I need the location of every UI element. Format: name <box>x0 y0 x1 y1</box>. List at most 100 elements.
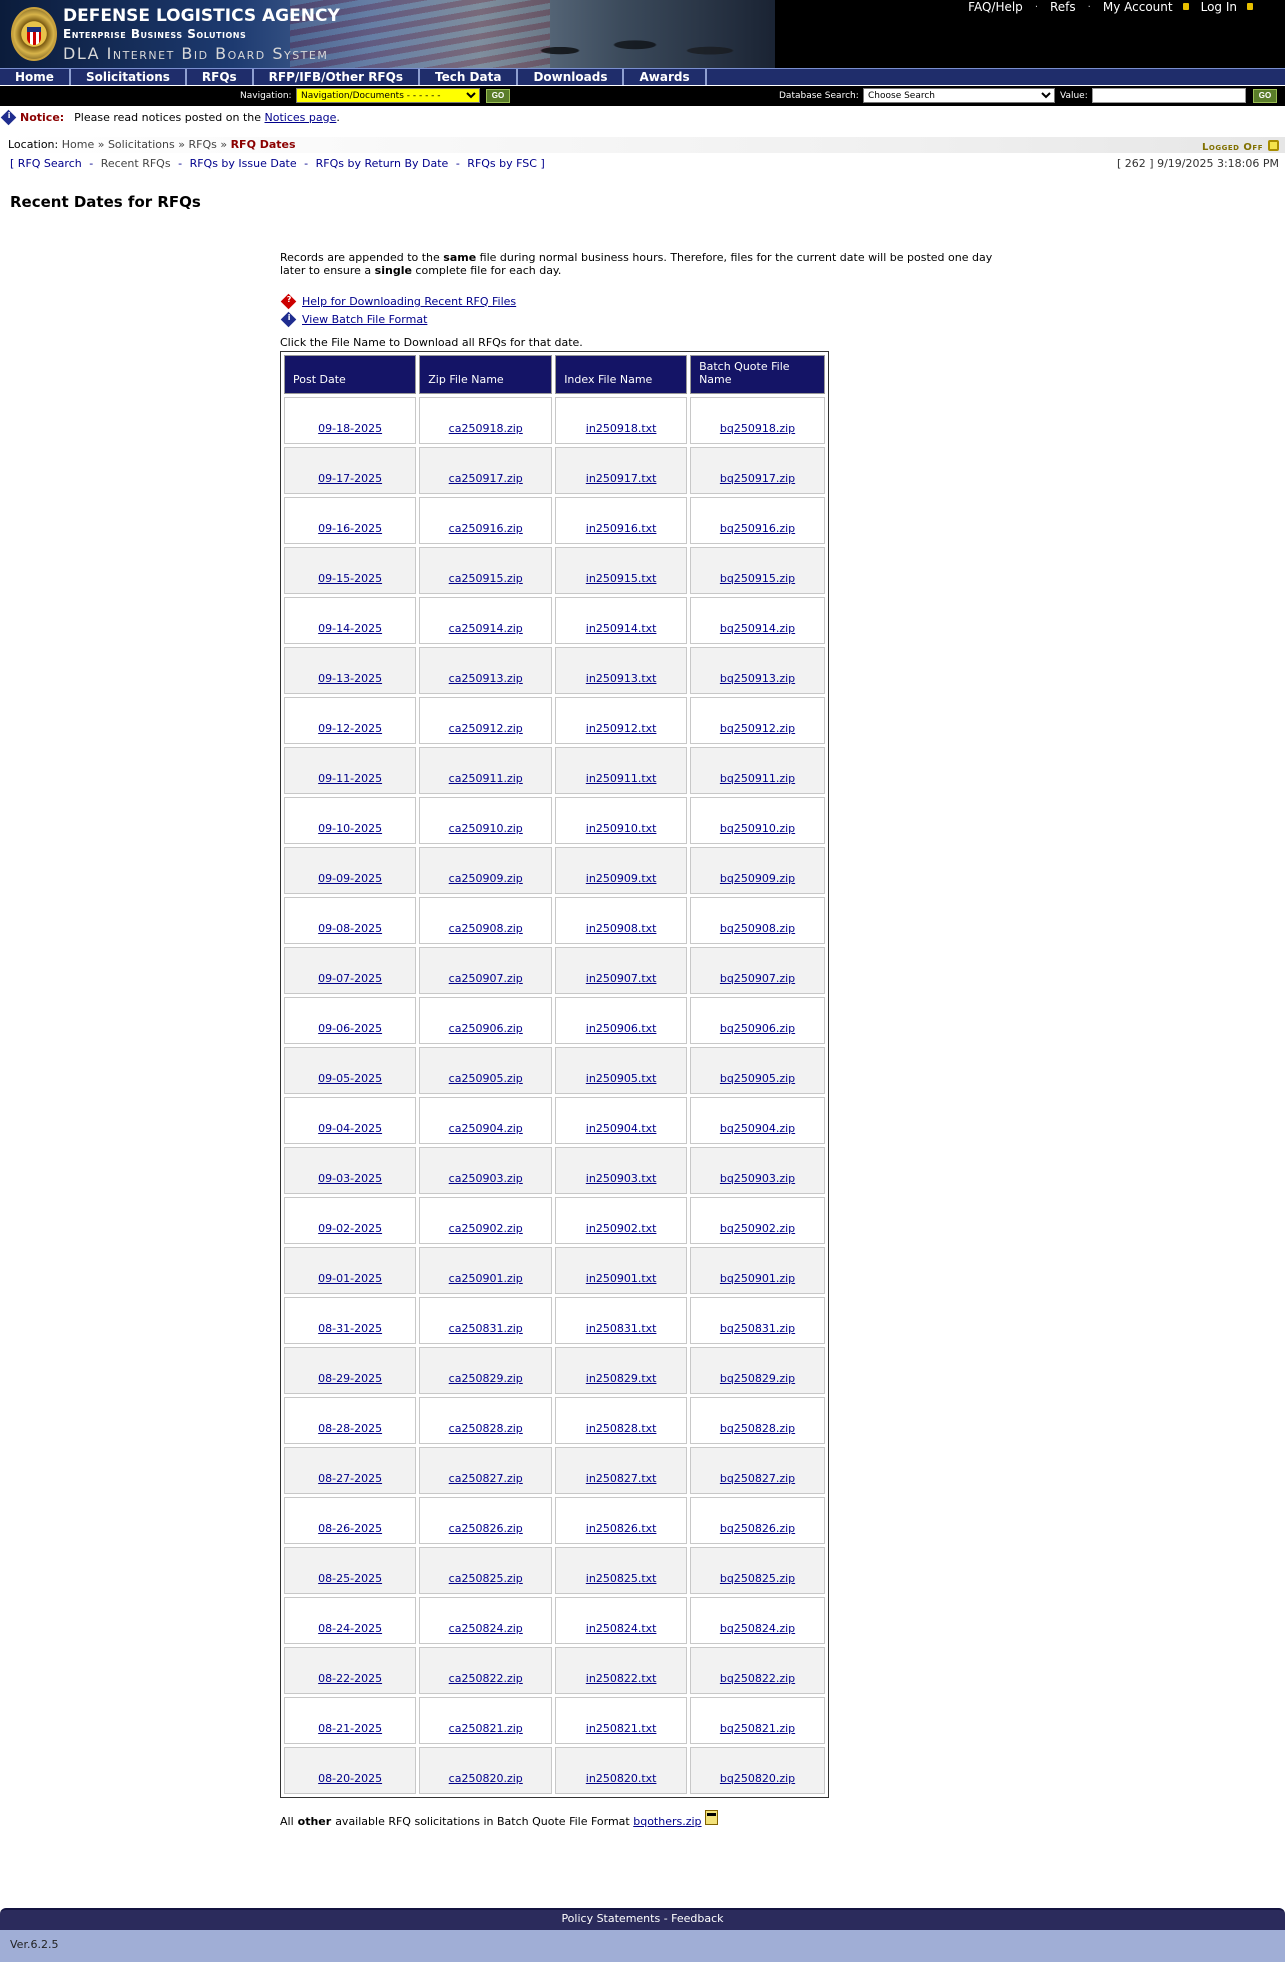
index-file-link[interactable]: in250903.txt <box>586 1172 657 1185</box>
zip-file-link[interactable]: ca250827.zip <box>449 1472 523 1485</box>
zip-file-link[interactable]: ca250824.zip <box>449 1622 523 1635</box>
post-date-link[interactable]: 09-13-2025 <box>318 672 382 685</box>
zip-file-link[interactable]: ca250914.zip <box>449 622 523 635</box>
batch-quote-file-link[interactable]: bq250825.zip <box>720 1572 795 1585</box>
post-date-link[interactable]: 08-31-2025 <box>318 1322 382 1335</box>
crumb-solicitations[interactable]: Solicitations <box>108 138 175 151</box>
batch-quote-file-link[interactable]: bq250826.zip <box>720 1522 795 1535</box>
zip-file-link[interactable]: ca250901.zip <box>449 1272 523 1285</box>
post-date-link[interactable]: 09-18-2025 <box>318 422 382 435</box>
index-file-link[interactable]: in250825.txt <box>586 1572 657 1585</box>
post-date-link[interactable]: 09-02-2025 <box>318 1222 382 1235</box>
index-file-link[interactable]: in250829.txt <box>586 1372 657 1385</box>
zip-file-link[interactable]: ca250911.zip <box>449 772 523 785</box>
refs-link[interactable]: Refs <box>1050 0 1076 14</box>
index-file-link[interactable]: in250915.txt <box>586 572 657 585</box>
zip-file-link[interactable]: ca250912.zip <box>449 722 523 735</box>
batch-quote-file-link[interactable]: bq250917.zip <box>720 472 795 485</box>
post-date-link[interactable]: 08-24-2025 <box>318 1622 382 1635</box>
zip-file-link[interactable]: ca250828.zip <box>449 1422 523 1435</box>
index-file-link[interactable]: in250905.txt <box>586 1072 657 1085</box>
index-file-link[interactable]: in250831.txt <box>586 1322 657 1335</box>
rfqs-by-return-date-link[interactable]: RFQs by Return By Date <box>316 157 449 170</box>
navigation-select[interactable]: Navigation/Documents - - - - - - <box>296 88 480 103</box>
zip-file-link[interactable]: ca250916.zip <box>449 522 523 535</box>
post-date-link[interactable]: 08-28-2025 <box>318 1422 382 1435</box>
zip-file-link[interactable]: ca250903.zip <box>449 1172 523 1185</box>
rfqs-by-fsc-link[interactable]: RFQs by FSC <box>467 157 537 170</box>
zip-file-link[interactable]: ca250904.zip <box>449 1122 523 1135</box>
post-date-link[interactable]: 08-29-2025 <box>318 1372 382 1385</box>
batch-quote-file-link[interactable]: bq250905.zip <box>720 1072 795 1085</box>
batch-quote-file-link[interactable]: bq250912.zip <box>720 722 795 735</box>
index-file-link[interactable]: in250904.txt <box>586 1122 657 1135</box>
nav-rfqs[interactable]: RFQs <box>187 69 254 85</box>
zip-file-link[interactable]: ca250821.zip <box>449 1722 523 1735</box>
value-input[interactable] <box>1092 88 1246 103</box>
zip-file-link[interactable]: ca250831.zip <box>449 1322 523 1335</box>
post-date-link[interactable]: 09-05-2025 <box>318 1072 382 1085</box>
batch-format-link[interactable]: View Batch File Format <box>302 313 427 326</box>
zip-file-link[interactable]: ca250902.zip <box>449 1222 523 1235</box>
database-search-select[interactable]: Choose Search <box>863 88 1055 103</box>
zip-file-link[interactable]: ca250908.zip <box>449 922 523 935</box>
zip-file-link[interactable]: ca250826.zip <box>449 1522 523 1535</box>
nav-tech-data[interactable]: Tech Data <box>420 69 519 85</box>
batch-quote-file-link[interactable]: bq250903.zip <box>720 1172 795 1185</box>
batch-quote-file-link[interactable]: bq250901.zip <box>720 1272 795 1285</box>
index-file-link[interactable]: in250918.txt <box>586 422 657 435</box>
batch-quote-file-link[interactable]: bq250904.zip <box>720 1122 795 1135</box>
crumb-rfqs[interactable]: RFQs <box>188 138 216 151</box>
index-file-link[interactable]: in250914.txt <box>586 622 657 635</box>
nav-rfp-ifb-other[interactable]: RFP/IFB/Other RFQs <box>254 69 420 85</box>
rfqs-by-issue-date-link[interactable]: RFQs by Issue Date <box>190 157 297 170</box>
zip-file-link[interactable]: ca250820.zip <box>449 1772 523 1785</box>
post-date-link[interactable]: 09-10-2025 <box>318 822 382 835</box>
zip-file-link[interactable]: ca250913.zip <box>449 672 523 685</box>
post-date-link[interactable]: 09-14-2025 <box>318 622 382 635</box>
index-file-link[interactable]: in250826.txt <box>586 1522 657 1535</box>
nav-solicitations[interactable]: Solicitations <box>71 69 187 85</box>
index-file-link[interactable]: in250901.txt <box>586 1272 657 1285</box>
batch-quote-file-link[interactable]: bq250906.zip <box>720 1022 795 1035</box>
feedback-link[interactable]: Feedback <box>671 1912 723 1925</box>
post-date-link[interactable]: 09-12-2025 <box>318 722 382 735</box>
post-date-link[interactable]: 09-04-2025 <box>318 1122 382 1135</box>
index-file-link[interactable]: in250902.txt <box>586 1222 657 1235</box>
index-file-link[interactable]: in250824.txt <box>586 1622 657 1635</box>
index-file-link[interactable]: in250828.txt <box>586 1422 657 1435</box>
bqothers-link[interactable]: bqothers.zip <box>633 1815 701 1828</box>
rfq-search-link[interactable]: RFQ Search <box>18 157 82 170</box>
zip-file-link[interactable]: ca250905.zip <box>449 1072 523 1085</box>
batch-quote-file-link[interactable]: bq250913.zip <box>720 672 795 685</box>
zip-file-link[interactable]: ca250829.zip <box>449 1372 523 1385</box>
database-go-button[interactable]: GO <box>1253 89 1277 103</box>
post-date-link[interactable]: 09-09-2025 <box>318 872 382 885</box>
post-date-link[interactable]: 08-27-2025 <box>318 1472 382 1485</box>
post-date-link[interactable]: 08-22-2025 <box>318 1672 382 1685</box>
zip-file-link[interactable]: ca250918.zip <box>449 422 523 435</box>
batch-quote-file-link[interactable]: bq250918.zip <box>720 422 795 435</box>
post-date-link[interactable]: 08-25-2025 <box>318 1572 382 1585</box>
batch-quote-file-link[interactable]: bq250821.zip <box>720 1722 795 1735</box>
batch-quote-file-link[interactable]: bq250907.zip <box>720 972 795 985</box>
index-file-link[interactable]: in250827.txt <box>586 1472 657 1485</box>
batch-quote-file-link[interactable]: bq250908.zip <box>720 922 795 935</box>
index-file-link[interactable]: in250821.txt <box>586 1722 657 1735</box>
post-date-link[interactable]: 09-15-2025 <box>318 572 382 585</box>
nav-awards[interactable]: Awards <box>624 69 707 85</box>
log-in-link[interactable]: Log In <box>1201 0 1237 14</box>
batch-quote-file-link[interactable]: bq250827.zip <box>720 1472 795 1485</box>
my-account-link[interactable]: My Account <box>1103 0 1173 14</box>
zip-file-link[interactable]: ca250907.zip <box>449 972 523 985</box>
index-file-link[interactable]: in250820.txt <box>586 1772 657 1785</box>
faq-help-link[interactable]: FAQ/Help <box>968 0 1023 14</box>
batch-quote-file-link[interactable]: bq250831.zip <box>720 1322 795 1335</box>
post-date-link[interactable]: 08-26-2025 <box>318 1522 382 1535</box>
download-help-link[interactable]: Help for Downloading Recent RFQ Files <box>302 295 516 308</box>
index-file-link[interactable]: in250909.txt <box>586 872 657 885</box>
zip-file-link[interactable]: ca250917.zip <box>449 472 523 485</box>
index-file-link[interactable]: in250912.txt <box>586 722 657 735</box>
post-date-link[interactable]: 09-03-2025 <box>318 1172 382 1185</box>
post-date-link[interactable]: 09-16-2025 <box>318 522 382 535</box>
